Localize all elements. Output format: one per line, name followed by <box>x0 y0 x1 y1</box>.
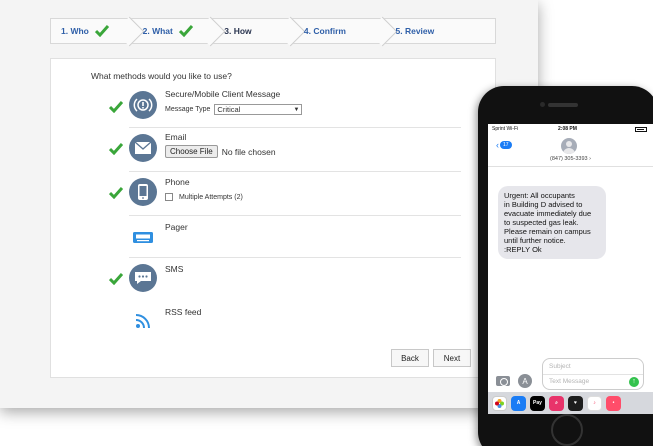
screenshot-stage: 1. Who 2. What 3. How 4. Confirm 5. Revi… <box>0 0 653 446</box>
divider <box>129 171 461 172</box>
imessage-app-tray: A Pay ⌕ ♥ ♪ • <box>488 392 653 414</box>
option-label: Multiple Attempts (2) <box>179 193 243 201</box>
chat-bubble-icon <box>129 264 157 292</box>
step-how[interactable]: 3. How <box>214 19 294 43</box>
message-type-row: Message Type Critical ▼ <box>165 104 303 115</box>
method-label: Email <box>165 132 187 142</box>
incoming-message-bubble: Urgent: All occupants in Building D advi… <box>498 186 606 259</box>
more-icon[interactable]: • <box>606 395 621 411</box>
step-what[interactable]: 2. What <box>133 19 215 43</box>
method-label: Secure/Mobile Client Message <box>165 89 281 99</box>
pager-icon <box>129 225 157 249</box>
method-label: SMS <box>165 264 184 274</box>
status-time: 2:08 PM <box>558 126 577 132</box>
message-line: Please remain on campus <box>504 227 591 236</box>
home-button[interactable] <box>551 414 583 446</box>
multiple-attempts-option[interactable]: Multiple Attempts (2) <box>165 193 243 201</box>
file-status: No file chosen <box>221 146 276 157</box>
messages-back-button[interactable]: ‹ 17 <box>496 140 512 150</box>
method-label: RSS feed <box>165 307 202 317</box>
wizard-stepper: 1. Who 2. What 3. How 4. Confirm 5. Revi… <box>50 18 496 44</box>
compose-divider <box>543 374 643 375</box>
checkmark-icon <box>109 143 123 155</box>
wizard-nav: Back Next <box>391 349 471 367</box>
method-sms[interactable]: SMS <box>109 257 461 299</box>
checkmark-icon <box>109 273 123 285</box>
app-store-icon[interactable]: A <box>511 395 526 411</box>
contact-number-text: (847) 305-3393 <box>550 156 588 162</box>
checkmark-icon <box>109 101 123 113</box>
apple-pay-label: Pay <box>533 400 542 406</box>
message-compose-box[interactable]: Subject Text Message ↑ <box>542 358 644 390</box>
camera-icon[interactable] <box>496 376 510 386</box>
message-line: evacuate immediately due <box>504 209 592 218</box>
message-type-value: Critical <box>217 105 241 114</box>
checkmark-icon <box>178 25 193 37</box>
message-type-label: Message Type <box>165 106 211 113</box>
divider <box>129 257 461 258</box>
method-form: What methods would you like to use? Secu… <box>50 58 496 378</box>
message-line: in Building D advised to <box>504 200 583 209</box>
mobile-phone-icon <box>129 178 157 206</box>
status-bar: Sprint Wi-Fi 2:08 PM <box>488 126 653 134</box>
file-row: Choose File No file chosen <box>165 145 276 158</box>
alert-broadcast-icon <box>129 91 157 119</box>
chevron-left-icon: ‹ <box>496 140 499 150</box>
front-camera <box>540 102 545 107</box>
method-label: Pager <box>165 222 188 232</box>
step-label: 3. How <box>224 26 252 36</box>
step-who[interactable]: 1. Who <box>51 19 133 43</box>
method-secure-message[interactable]: Secure/Mobile Client Message Message Typ… <box>109 89 461 127</box>
method-phone[interactable]: Phone Multiple Attempts (2) <box>109 171 461 213</box>
choose-file-button[interactable]: Choose File <box>165 145 218 158</box>
checkmark-icon <box>109 187 123 199</box>
step-review[interactable]: 5. Review <box>386 19 496 43</box>
earpiece-speaker <box>548 103 578 107</box>
header-divider <box>488 166 653 167</box>
music-icon[interactable]: ♪ <box>587 395 602 411</box>
contact-avatar-icon[interactable] <box>561 138 577 154</box>
search-gif-icon[interactable]: ⌕ <box>549 395 564 411</box>
back-button[interactable]: Back <box>391 349 429 367</box>
photos-icon[interactable] <box>492 395 507 411</box>
step-label: 2. What <box>142 26 173 36</box>
message-line: Urgent: All occupants <box>504 191 575 200</box>
heart-icon[interactable]: ♥ <box>568 395 583 411</box>
divider <box>129 127 461 128</box>
notification-wizard-panel: 1. Who 2. What 3. How 4. Confirm 5. Revi… <box>0 0 538 408</box>
message-type-select[interactable]: Critical ▼ <box>214 104 303 115</box>
contact-number[interactable]: (847) 305-3393 › <box>488 156 653 162</box>
step-label: 5. Review <box>395 26 435 36</box>
subject-field[interactable]: Subject <box>549 363 571 370</box>
carrier-label: Sprint Wi-Fi <box>492 126 519 132</box>
step-confirm[interactable]: 4. Confirm <box>294 19 386 43</box>
method-pager[interactable]: Pager <box>109 215 461 255</box>
message-line: :REPLY Ok <box>504 245 542 254</box>
next-button[interactable]: Next <box>433 349 471 367</box>
method-rss[interactable]: RSS feed <box>109 301 461 337</box>
send-arrow-icon[interactable]: ↑ <box>629 377 639 387</box>
method-label: Phone <box>165 177 190 187</box>
rss-icon <box>129 309 157 333</box>
chevron-down-icon: ▼ <box>293 106 300 113</box>
app-store-icon[interactable]: A <box>518 374 532 388</box>
message-line: to suspected gas leak. <box>504 218 579 227</box>
checkmark-icon <box>94 25 109 37</box>
phone-screen: Sprint Wi-Fi 2:08 PM ‹ 17 (847) 305-3393… <box>488 124 653 414</box>
step-label: 4. Confirm <box>303 26 346 36</box>
divider <box>129 215 461 216</box>
envelope-icon <box>129 134 157 162</box>
step-label: 1. Who <box>61 26 89 36</box>
method-email[interactable]: Email Choose File No file chosen <box>109 127 461 169</box>
apple-pay-icon[interactable]: Pay <box>530 395 545 411</box>
form-question: What methods would you like to use? <box>91 71 232 81</box>
text-message-field[interactable]: Text Message <box>549 378 589 385</box>
unread-count-badge: 17 <box>500 141 512 149</box>
message-line: until further notice. <box>504 236 566 245</box>
battery-icon <box>635 127 647 132</box>
multiple-attempts-checkbox[interactable] <box>165 193 173 201</box>
